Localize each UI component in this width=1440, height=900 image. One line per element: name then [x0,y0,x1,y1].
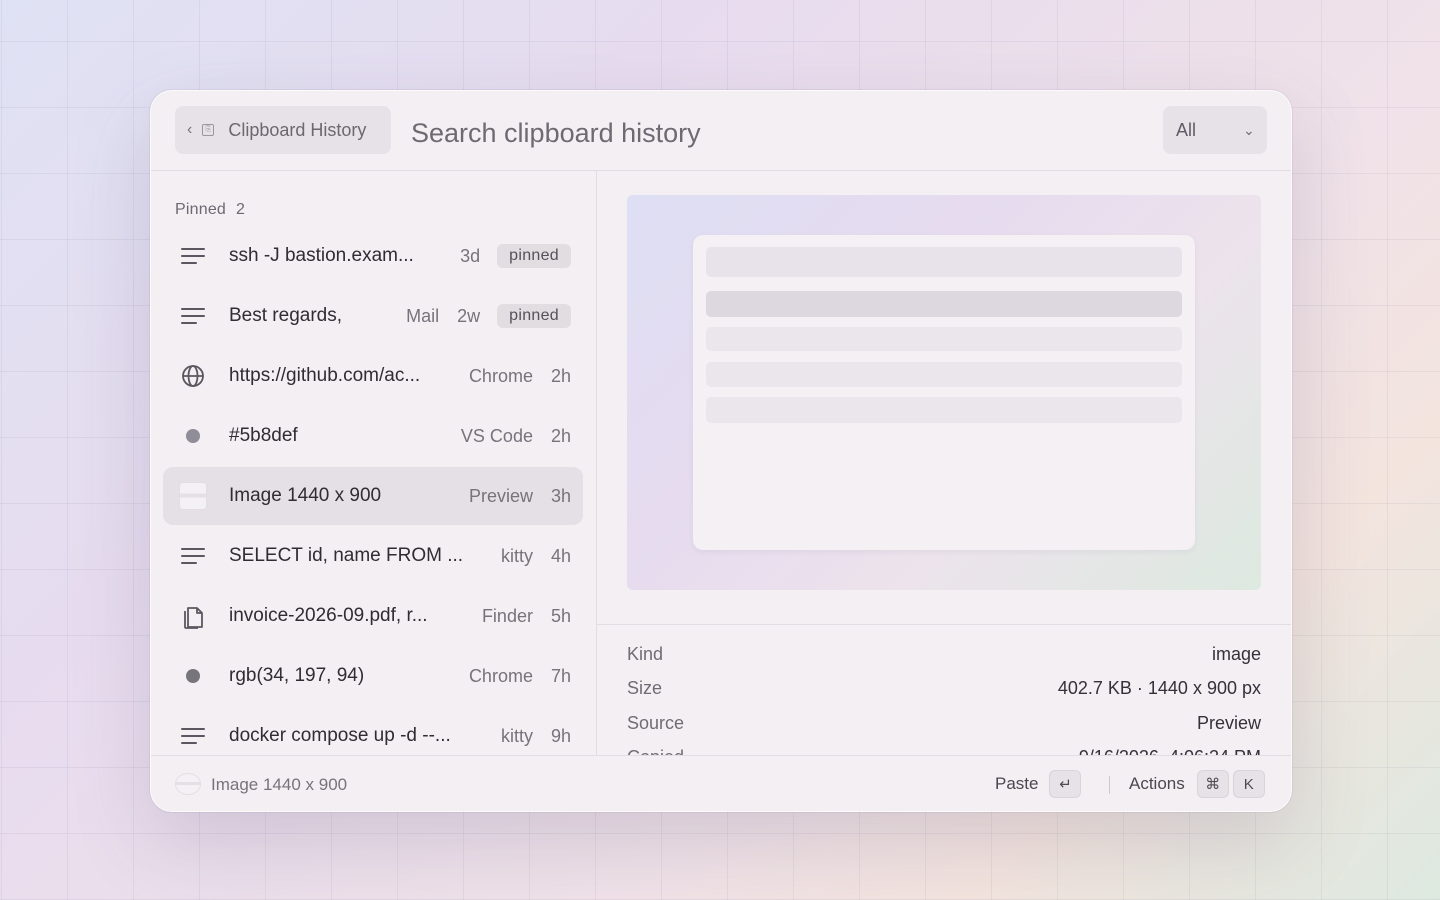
color-dot-icon [179,422,207,450]
detail-key: Size [627,678,663,698]
age-label: 2w [457,305,481,326]
source-app: Chrome [468,365,533,386]
list-item-meta: Finder 5h [482,606,583,627]
list-item-meta: kitty 4h [501,546,583,567]
source-app: Finder [481,605,533,626]
preview-placeholder-bar [706,291,1182,317]
age-label: 5h [550,605,571,626]
list-item[interactable]: Best regards, Mail 2w pinned [163,287,583,345]
footer-divider [1109,776,1110,794]
source-app: Chrome [468,665,533,686]
detail-row-kind: Kind image [627,644,1261,665]
filter-value: All [1176,120,1197,140]
source-app: Preview [468,485,533,506]
detail-key: Source [627,713,685,733]
list-item-text: Image 1440 x 900 [229,485,382,506]
section-title: Pinned [175,201,227,218]
breadcrumb[interactable]: ‹ ⎘ Clipboard History [175,106,391,154]
detail-value: 402.7 KB · 1440 x 900 px [1057,678,1261,698]
list-item[interactable]: #5b8def VS Code 2h [163,407,583,465]
files-icon [179,602,207,630]
list-item[interactable]: SELECT id, name FROM ... kitty 4h [163,527,583,585]
list-item-text: https://github.com/ac... [229,365,421,386]
color-dot-icon [179,662,207,690]
section-header: Pinned 2 [175,201,245,219]
preview-placeholder-bar [706,327,1182,351]
list-item[interactable]: Image 1440 x 900 Preview 3h [163,467,583,525]
globe-icon [179,362,207,390]
list-item-meta: kitty 9h [501,726,583,747]
history-list: Pinned 2 ssh -J bastion.exam... 3d pinned Be… [151,171,597,755]
list-item-meta: 3d pinned [460,244,583,268]
footer-selected-label: Image 1440 x 900 [211,775,348,794]
source-app: kitty [500,545,533,566]
clipboard-history-window: ‹ ⎘ Clipboard History All ⌄ Pinned 2 ssh … [150,90,1292,812]
image-thumbnail-icon [179,482,207,510]
age-label: 2h [550,365,571,386]
list-item-meta: Preview 3h [469,486,583,507]
list-item-text: docker compose up -d --... [229,725,451,746]
age-label: 7h [550,665,571,686]
age-label: 2h [550,425,571,446]
age-label: 3d [460,245,481,266]
footer-bar: Image 1440 x 900 Paste ↵ Actions ⌘ K [151,755,1291,811]
list-item-meta: Chrome 2h [469,366,583,387]
chevron-down-icon: ⌄ [1243,122,1255,138]
list-item[interactable]: ssh -J bastion.exam... 3d pinned [163,227,583,285]
clipboard-icon: ⎘ [202,124,215,136]
preview-image [693,235,1195,550]
section-count: 2 [236,201,246,218]
actions-button[interactable]: Actions ⌘ K [1129,770,1265,798]
list-item[interactable]: invoice-2026-09.pdf, r... Finder 5h [163,587,583,645]
text-lines-icon [179,542,207,570]
detail-value: image [1211,644,1261,664]
search-input[interactable] [409,111,1013,155]
paste-label: Paste [995,774,1039,793]
age-label: 3h [550,485,571,506]
details-panel: Kind image Size 402.7 KB · 1440 x 900 px… [597,624,1291,756]
age-label: 4h [550,545,571,566]
chevron-left-icon: ‹ [187,121,193,138]
detail-key: Kind [627,644,664,664]
preview-placeholder-bar [706,397,1182,423]
text-lines-icon [179,242,207,270]
list-item[interactable]: rgb(34, 197, 94) Chrome 7h [163,647,583,705]
filter-dropdown[interactable]: All ⌄ [1163,106,1267,154]
return-key-icon: ↵ [1049,770,1082,798]
list-item-text: Best regards, [229,305,342,326]
list-item-text: SELECT id, name FROM ... [229,545,464,566]
age-label: 9h [550,725,571,746]
pinned-badge: pinned [497,244,571,268]
command-key-icon: ⌘ [1196,770,1229,798]
text-lines-icon [179,302,207,330]
list-item-meta: Chrome 7h [469,666,583,687]
header-bar: ‹ ⎘ Clipboard History All ⌄ [151,91,1291,171]
detail-value: Preview [1196,713,1261,733]
image-thumbnail-icon [175,773,201,795]
k-key-icon: K [1232,770,1265,798]
list-item-text: invoice-2026-09.pdf, r... [229,605,428,626]
breadcrumb-label: Clipboard History [228,119,367,140]
source-app: VS Code [460,425,533,446]
paste-button[interactable]: Paste ↵ [995,770,1082,798]
list-item[interactable]: docker compose up -d --... kitty 9h [163,707,583,755]
source-app: Mail [406,305,440,326]
preview-placeholder-bar [706,247,1182,277]
detail-row-source: Source Preview [627,713,1261,734]
list-item-meta: VS Code 2h [461,426,583,447]
pinned-badge: pinned [497,304,571,328]
preview-placeholder-bar [706,362,1182,387]
list-item-meta: Mail 2w pinned [406,304,583,328]
list-item-text: ssh -J bastion.exam... [229,245,414,266]
source-app: kitty [500,725,533,746]
actions-label: Actions [1129,774,1185,793]
image-preview [627,195,1261,590]
list-item-text: #5b8def [229,425,298,446]
list-item-text: rgb(34, 197, 94) [229,665,365,686]
text-lines-icon [179,722,207,750]
list-item[interactable]: https://github.com/ac... Chrome 2h [163,347,583,405]
detail-row-size: Size 402.7 KB · 1440 x 900 px [627,678,1261,699]
